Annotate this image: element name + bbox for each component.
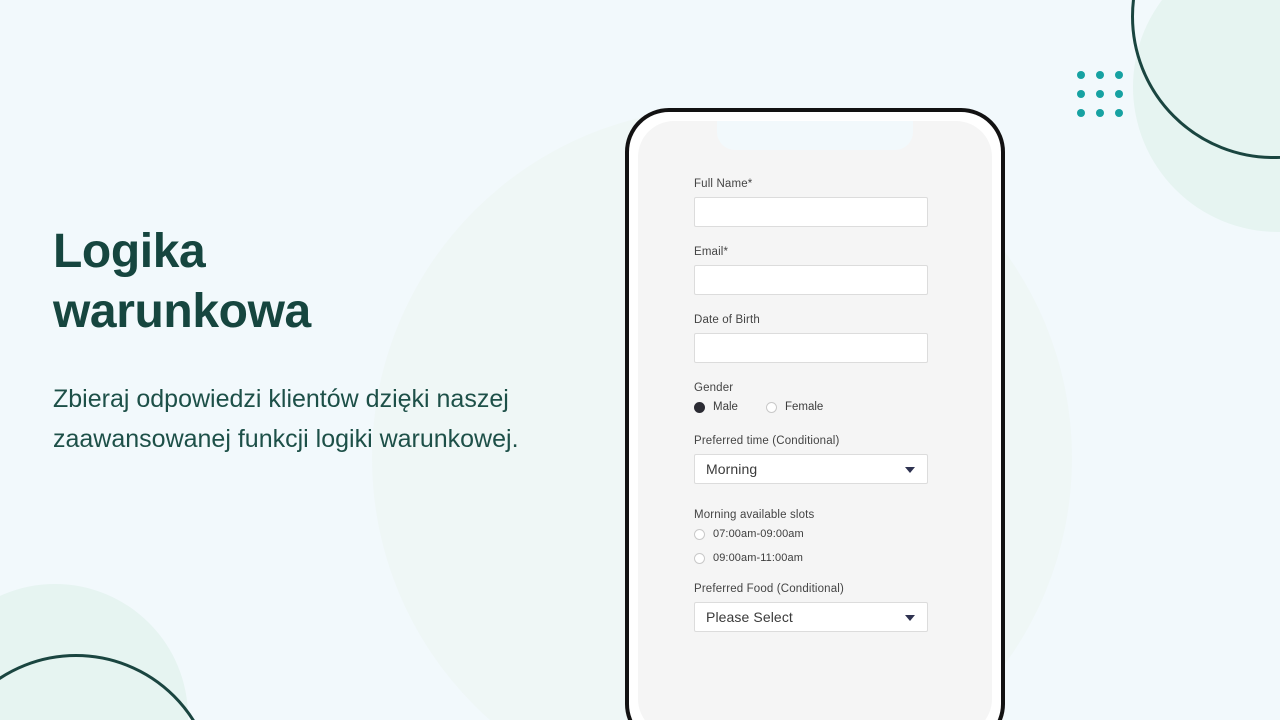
field-full-name: Full Name* [694,178,936,227]
preferred-time-selected-value: Morning [706,461,758,477]
gender-option-female-label: Female [784,401,824,413]
grid-dot [1096,71,1104,79]
field-label-preferred-time: Preferred time (Conditional) [694,435,840,447]
phone-screen: Full Name* Email* Date of Birth Gender M… [638,121,992,720]
grid-dot [1115,71,1123,79]
gender-radio-group: Male Female [694,401,936,413]
morning-slots-radio-group: 07:00am-09:00am 09:00am-11:00am [694,528,936,564]
grid-dot [1115,109,1123,117]
field-label-email: Email* [694,246,729,258]
field-email: Email* [694,246,936,295]
radio-empty-icon[interactable] [765,401,777,413]
field-label-preferred-food: Preferred Food (Conditional) [694,583,844,595]
grid-dot [1115,90,1123,98]
chevron-down-icon[interactable] [905,467,915,473]
slide-canvas: Logika warunkowa Zbieraj odpowiedzi klie… [0,0,1280,720]
field-label-gender: Gender [694,382,734,394]
gender-option-female[interactable]: Female [765,401,824,413]
bottom-left-filled-circle [0,584,188,720]
radio-empty-icon[interactable] [694,528,705,540]
radio-filled-icon[interactable] [694,401,705,413]
bottom-left-outline-circle [0,654,216,720]
page-subtitle: Zbieraj odpowiedzi klientów dzięki nasze… [53,384,519,453]
morning-slot-option-2[interactable]: 09:00am-11:00am [694,552,936,564]
top-right-outline-circle [1131,0,1280,159]
conditional-logic-form: Full Name* Email* Date of Birth Gender M… [694,121,936,632]
morning-slot-option-2-label: 09:00am-11:00am [713,552,803,564]
dot-grid-icon [1077,71,1123,117]
grid-dot [1077,109,1085,117]
top-right-filled-circle [1133,0,1280,232]
preferred-food-select[interactable]: Please Select [694,602,928,632]
field-gender: Gender Male Female [694,382,936,413]
phone-mockup: Full Name* Email* Date of Birth Gender M… [625,108,1005,720]
email-input[interactable] [694,265,928,295]
marketing-copy-block: Logika warunkowa Zbieraj odpowiedzi klie… [53,222,613,459]
field-preferred-food: Preferred Food (Conditional) Please Sele… [694,583,936,632]
field-label-morning-slots: Morning available slots [694,509,815,521]
date-of-birth-input[interactable] [694,333,928,363]
field-label-date-of-birth: Date of Birth [694,314,760,326]
chevron-down-icon[interactable] [905,615,915,621]
page-title: Logika warunkowa [53,225,311,339]
radio-empty-icon[interactable] [694,552,705,564]
grid-dot [1096,109,1104,117]
full-name-input[interactable] [694,197,928,227]
field-morning-slots: Morning available slots 07:00am-09:00am … [694,509,936,564]
morning-slot-option-1-label: 07:00am-09:00am [713,528,804,540]
grid-dot [1077,71,1085,79]
gender-option-male[interactable]: Male [694,401,738,413]
morning-slot-option-1[interactable]: 07:00am-09:00am [694,528,936,540]
grid-dot [1077,90,1085,98]
field-date-of-birth: Date of Birth [694,314,936,363]
gender-option-male-label: Male [713,401,738,413]
preferred-time-select[interactable]: Morning [694,454,928,484]
field-preferred-time: Preferred time (Conditional) Morning [694,435,936,484]
field-label-full-name: Full Name* [694,178,753,190]
preferred-food-selected-value: Please Select [706,609,793,625]
grid-dot [1096,90,1104,98]
